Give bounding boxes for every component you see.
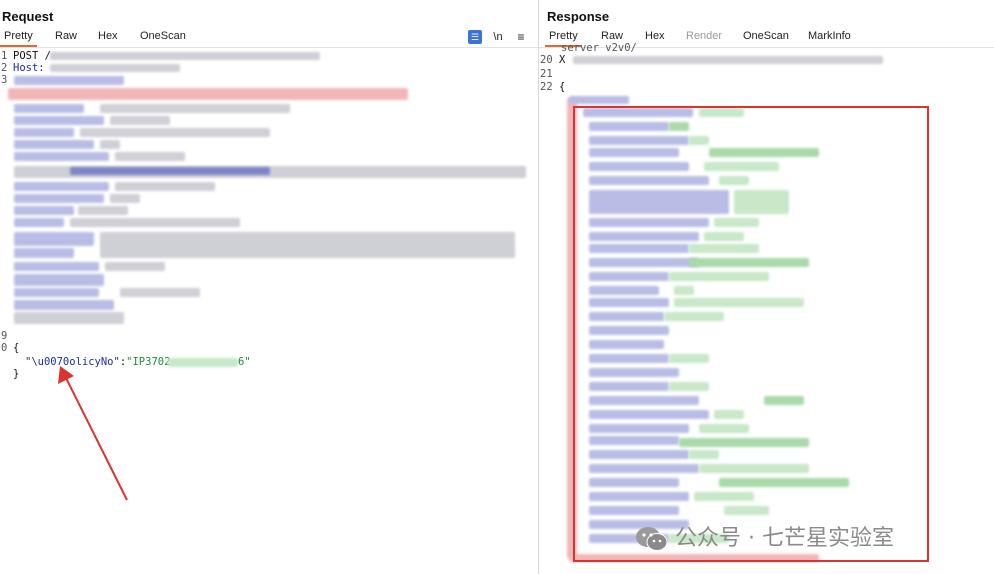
watermark-text: 公众号 · 七芒星实验室 [675,526,894,551]
response-pane: Response Pretty Raw Hex Render OneScan M… [539,0,994,574]
tab-pretty[interactable]: Pretty [545,30,582,47]
tab-render[interactable]: Render [686,30,722,42]
request-pane: Request Pretty Raw Hex OneScan ☰ \n ≡ 1 … [0,0,539,574]
red-arrow-annotation [58,366,128,501]
watermark: 公众号 · 七芒星实验室 [635,520,894,552]
tab-raw[interactable]: Raw [601,30,623,42]
response-title: Response [547,9,610,24]
line-number: 20 [540,54,553,66]
wechat-icon [636,527,668,551]
line-number: 22 [540,81,553,93]
header-prefix: X [559,54,566,66]
tab-onescan[interactable]: OneScan [743,30,789,42]
tab-markinfo[interactable]: MarkInfo [808,30,851,42]
line-number: 21 [540,68,553,80]
tab-hex[interactable]: Hex [645,30,665,42]
json-open-brace: { [559,81,566,93]
partial-header-line: server v2v0/ [561,42,637,54]
highlight-box [573,106,929,562]
